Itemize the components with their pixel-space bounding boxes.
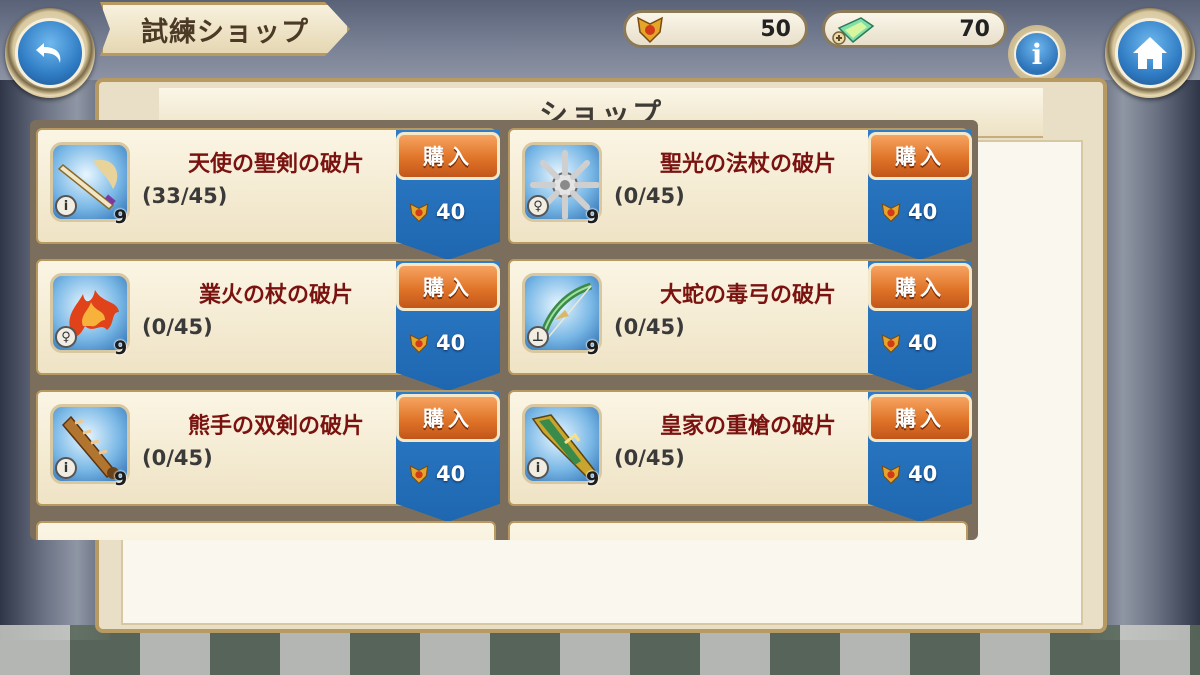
item-price: 40 <box>908 200 938 224</box>
item-progress: (0/45) <box>614 315 685 339</box>
item-price: 40 <box>436 462 466 486</box>
item-name: 皇家の重槍の破片 <box>659 414 836 439</box>
item-rank: 9 <box>114 337 128 359</box>
item-name: 業火の杖の破片 <box>198 283 353 308</box>
list-item[interactable]: i 9 天使の聖剣の破片 (33/45) 購入 40 <box>36 128 500 260</box>
item-name: 熊手の双剣の破片 <box>187 414 364 439</box>
class-badge: ♀ <box>55 326 77 348</box>
list-item[interactable]: i 9 皇家の重槍の破片 (0/45) 購入 40 <box>508 390 972 522</box>
class-badge: ⊥ <box>527 326 549 348</box>
medal-count: 50 <box>760 16 791 42</box>
buy-button[interactable]: 購入 <box>868 263 972 311</box>
info-button[interactable]: i <box>1008 25 1066 83</box>
buy-button[interactable]: 購入 <box>396 132 500 180</box>
item-price: 40 <box>908 331 938 355</box>
buy-button[interactable]: 購入 <box>868 132 972 180</box>
list-item[interactable]: ♀ 9 業火の杖の破片 (0/45) 購入 40 <box>36 259 500 391</box>
gem-count: 70 <box>959 16 990 42</box>
medal-icon <box>881 465 901 485</box>
item-rank: 9 <box>114 206 128 228</box>
price-tag: 40 <box>406 331 465 355</box>
buy-button[interactable]: 購入 <box>396 263 500 311</box>
screen-title-plate: 試練ショップ <box>100 2 350 56</box>
item-progress: (0/45) <box>614 184 685 208</box>
gem-currency-display: 70 <box>822 10 1007 48</box>
back-button[interactable] <box>5 8 95 98</box>
price-tag: 40 <box>878 331 937 355</box>
price-tag: 40 <box>878 200 937 224</box>
item-name: 大蛇の毒弓の破片 <box>659 283 836 308</box>
list-item-partial[interactable] <box>36 521 496 540</box>
item-rank: 9 <box>586 468 600 490</box>
class-badge: i <box>527 457 549 479</box>
item-price: 40 <box>436 200 466 224</box>
medal-icon <box>409 465 429 485</box>
info-icon: i <box>1014 31 1060 77</box>
list-item[interactable]: i 9 熊手の双剣の破片 (0/45) 購入 40 <box>36 390 500 522</box>
home-icon <box>1115 18 1185 88</box>
item-progress: (0/45) <box>142 446 213 470</box>
medal-icon <box>632 14 668 48</box>
item-price: 40 <box>908 462 938 486</box>
back-arrow-icon <box>15 18 85 88</box>
list-item[interactable]: ♀ 9 聖光の法杖の破片 (0/45) 購入 40 <box>508 128 972 260</box>
price-tag: 40 <box>406 200 465 224</box>
item-progress: (0/45) <box>142 315 213 339</box>
medal-icon <box>881 203 901 223</box>
medal-currency-display: 50 <box>623 10 808 48</box>
home-button[interactable] <box>1105 8 1195 98</box>
item-name: 天使の聖剣の破片 <box>187 152 364 177</box>
item-list[interactable]: i 9 天使の聖剣の破片 (33/45) 購入 40 ♀ 9 聖光の法杖の破片 … <box>30 120 978 540</box>
medal-icon <box>881 334 901 354</box>
medal-icon <box>409 203 429 223</box>
buy-button[interactable]: 購入 <box>868 394 972 442</box>
item-progress: (0/45) <box>614 446 685 470</box>
class-badge: ♀ <box>527 195 549 217</box>
item-rank: 9 <box>586 206 600 228</box>
gem-icon[interactable] <box>831 14 877 52</box>
list-item-partial[interactable] <box>508 521 968 540</box>
price-tag: 40 <box>878 462 937 486</box>
item-rank: 9 <box>586 337 600 359</box>
item-name: 聖光の法杖の破片 <box>659 152 836 177</box>
list-item[interactable]: ⊥ 9 大蛇の毒弓の破片 (0/45) 購入 40 <box>508 259 972 391</box>
medal-icon <box>409 334 429 354</box>
class-badge: i <box>55 457 77 479</box>
price-tag: 40 <box>406 462 465 486</box>
class-badge: i <box>55 195 77 217</box>
item-rank: 9 <box>114 468 128 490</box>
item-price: 40 <box>436 331 466 355</box>
item-progress: (33/45) <box>142 184 228 208</box>
buy-button[interactable]: 購入 <box>396 394 500 442</box>
screen-title: 試練ショップ <box>141 16 309 48</box>
